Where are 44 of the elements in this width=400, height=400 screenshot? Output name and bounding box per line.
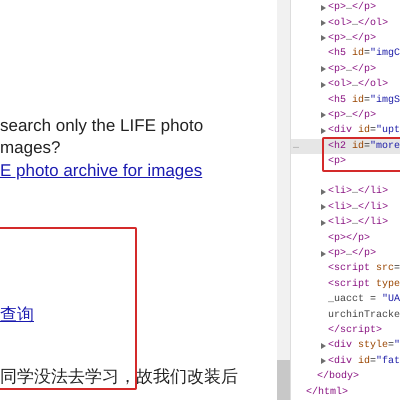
dom-node[interactable]: <p>…</p> <box>328 62 376 77</box>
expand-arrow-icon[interactable] <box>321 250 326 257</box>
dom-node[interactable]: <p>…</p> <box>328 30 376 46</box>
dom-node[interactable]: <div id="upt <box>328 123 400 138</box>
expand-arrow-icon[interactable] <box>321 188 326 195</box>
scrollbar-thumb[interactable] <box>277 360 290 400</box>
dom-node[interactable]: </html> <box>306 384 348 400</box>
expand-arrow-icon[interactable] <box>321 66 326 72</box>
dom-node[interactable]: <li>…</li> <box>328 184 388 200</box>
expand-arrow-icon[interactable] <box>321 128 326 134</box>
dom-node[interactable]: <p> <box>328 154 346 170</box>
dom-node[interactable]: <h5 id="imgC <box>328 46 400 62</box>
dom-node[interactable]: <p></p> <box>328 230 370 246</box>
expand-arrow-icon[interactable] <box>321 35 326 42</box>
expand-arrow-icon[interactable] <box>321 220 326 226</box>
dom-node[interactable]: <p>…</p> <box>328 246 376 262</box>
dom-node[interactable]: urchinTracke <box>328 308 400 323</box>
dom-node[interactable]: <ol>…</ol> <box>328 77 388 92</box>
dom-node[interactable]: <script type <box>328 276 400 292</box>
dom-node[interactable]: </body> <box>317 369 360 384</box>
archive-link[interactable]: E photo archive for images <box>0 159 202 183</box>
body-text: 同学没法去学习，故我们改装后 <box>0 366 239 388</box>
expand-arrow-icon[interactable] <box>321 4 326 11</box>
paragraph-line: search only the LIFE photo <box>0 115 204 137</box>
dom-node[interactable]: <script src= <box>328 261 400 276</box>
dom-node[interactable]: <div style=" <box>328 338 400 354</box>
dom-node[interactable]: <li>…</li> <box>328 200 388 215</box>
expand-arrow-icon[interactable] <box>321 20 326 26</box>
dom-node[interactable]: <p>…</p> <box>328 108 376 123</box>
expand-arrow-icon[interactable] <box>321 82 326 88</box>
query-link[interactable]: 查询 <box>0 303 34 327</box>
expand-arrow-icon[interactable] <box>321 112 326 118</box>
expand-arrow-icon[interactable] <box>321 358 326 364</box>
dom-node[interactable]: _uacct = "UA <box>328 292 400 308</box>
dom-node[interactable]: <p>…</p> <box>328 0 376 16</box>
expand-arrow-icon[interactable] <box>321 204 326 210</box>
dom-node[interactable]: </script> <box>328 323 382 338</box>
paragraph-line: mages? <box>0 137 60 159</box>
expand-arrow-icon[interactable] <box>321 342 326 349</box>
dom-node[interactable]: <ol>…</ol> <box>328 16 388 31</box>
dom-node[interactable]: <h2 id="more <box>328 138 400 154</box>
dom-node[interactable]: <div id="fat <box>328 354 400 369</box>
dom-node[interactable]: <li>…</li> <box>328 215 388 230</box>
dom-node[interactable]: <h5 id="imgS <box>328 92 400 108</box>
